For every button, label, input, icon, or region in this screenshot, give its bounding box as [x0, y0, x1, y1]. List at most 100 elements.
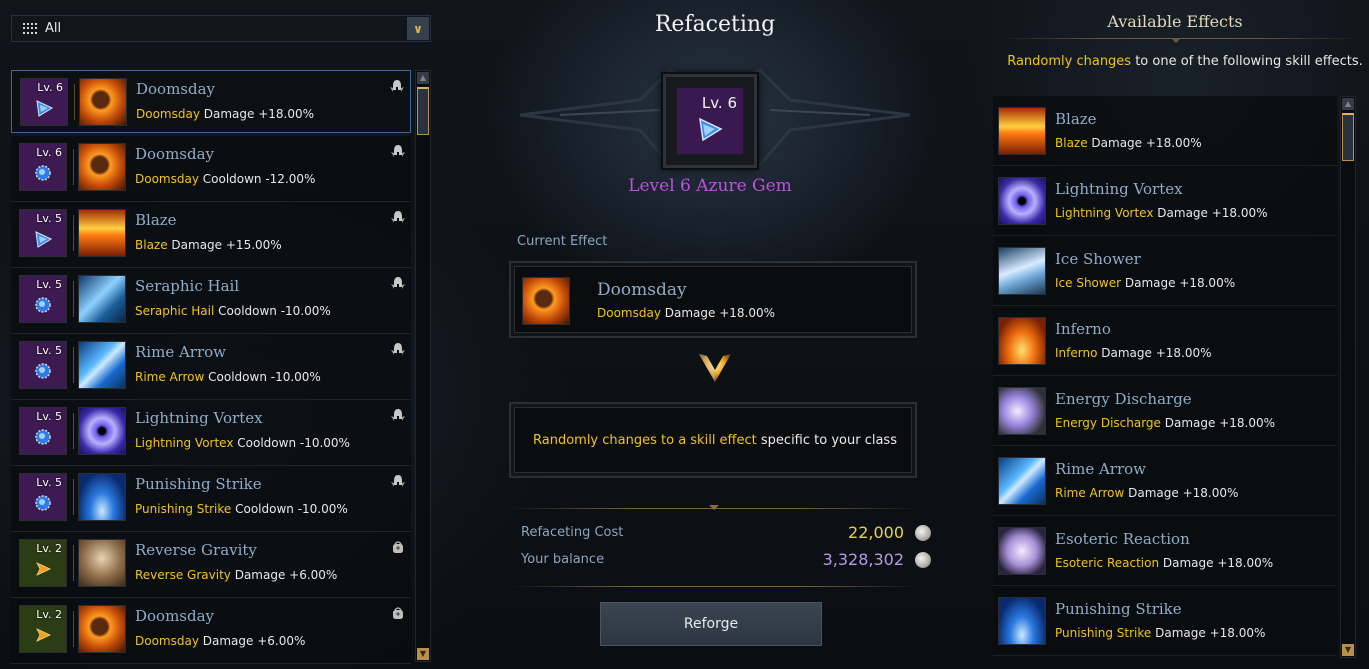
- gem-stone-icon: [35, 231, 52, 248]
- effect-list-item: Energy Discharge Energy Discharge Damage …: [993, 376, 1337, 446]
- gem-list-item[interactable]: Lv. 5 Lightning Vortex Lightning Vortex Co…: [11, 400, 411, 466]
- random-change-text: Randomly changes to a skill effect speci…: [533, 433, 897, 448]
- skill-effect: Blaze Damage +15.00%: [135, 238, 282, 252]
- skill-icon: [998, 247, 1046, 295]
- separator: [73, 215, 74, 251]
- silver-coin-icon: [915, 525, 931, 541]
- skill-icon: [998, 177, 1046, 225]
- gem-level: Lv. 6: [701, 94, 737, 112]
- gem-list-item[interactable]: Lv. 5 Rime Arrow Rime Arrow Cooldown -10.0…: [11, 334, 411, 400]
- effect-skill: Lightning Vortex: [135, 436, 234, 450]
- skill-name: Lightning Vortex: [135, 409, 263, 427]
- separator: [73, 545, 74, 581]
- bag-icon: [393, 607, 403, 619]
- gem-list: Lv. 6 Doomsday Doomsday Damage +18.00% Lv. …: [11, 70, 411, 664]
- gem-list-item[interactable]: Lv. 6 Doomsday Doomsday Cooldown -12.00%: [11, 136, 411, 202]
- skill-icon: [78, 539, 126, 587]
- skill-icon: [998, 527, 1046, 575]
- scroll-up-button[interactable]: ▲: [417, 72, 429, 84]
- down-arrow-icon: [699, 354, 731, 382]
- helmet-icon: [391, 409, 405, 421]
- gem-icon: Lv. 5: [19, 407, 67, 455]
- effect-value: Damage +18.00%: [1121, 276, 1236, 290]
- available-effects-title: Available Effects: [1107, 12, 1243, 31]
- effect-skill: Doomsday: [597, 306, 661, 320]
- helmet-icon: [391, 277, 405, 289]
- effect-value: Cooldown -10.00%: [214, 304, 331, 318]
- gem-list-scrollbar[interactable]: ▲ ▼: [415, 70, 431, 662]
- scroll-thumb[interactable]: [1342, 113, 1354, 161]
- reforge-button[interactable]: Reforge: [600, 602, 822, 646]
- effect-skill: Seraphic Hail: [135, 304, 215, 318]
- effect-skill: Punishing Strike: [135, 502, 232, 516]
- skill-effect: Rime Arrow Cooldown -10.00%: [135, 370, 321, 384]
- selected-gem-slot[interactable]: Lv. 6: [663, 74, 757, 168]
- effect-value: Damage +18.00%: [1160, 416, 1276, 430]
- effect-skill: Rime Arrow: [1055, 486, 1125, 500]
- gem-list-item[interactable]: Lv. 2 Reverse Gravity Reverse Gravity Dama…: [11, 532, 411, 598]
- chevron-down-icon[interactable]: ∨: [407, 17, 429, 40]
- effect-list-item: Blaze Blaze Damage +18.00%: [993, 96, 1337, 166]
- gem-icon: Lv. 2: [19, 539, 67, 587]
- skill-name: Ice Shower: [1055, 250, 1141, 268]
- effect-value: Damage +18.00%: [1153, 206, 1268, 220]
- effect-skill: Doomsday: [135, 634, 199, 648]
- skill-icon: [78, 605, 126, 653]
- effect-skill: Esoteric Reaction: [1055, 556, 1160, 570]
- skill-name: Lightning Vortex: [1055, 180, 1183, 198]
- gem-icon: Lv. 5: [19, 473, 67, 521]
- skill-icon: [998, 107, 1046, 155]
- filter-label: All: [45, 21, 62, 36]
- gem-list-item[interactable]: Lv. 6 Doomsday Doomsday Damage +18.00%: [11, 70, 411, 133]
- skill-name: Seraphic Hail: [135, 277, 240, 295]
- skill-name: Blaze: [135, 211, 177, 229]
- gem-level: Lv. 6: [37, 81, 63, 94]
- current-effect-label: Current Effect: [517, 234, 608, 249]
- page-title: Refaceting: [654, 12, 776, 37]
- gem-list-item[interactable]: Lv. 5 Punishing Strike Punishing Strike Co…: [11, 466, 411, 532]
- gem-list-item[interactable]: Lv. 5 Blaze Blaze Damage +15.00%: [11, 202, 411, 268]
- skill-name: Punishing Strike: [135, 475, 262, 493]
- skill-effect: Punishing Strike Cooldown -10.00%: [135, 502, 348, 516]
- scroll-thumb[interactable]: [417, 87, 429, 135]
- divider-notch: [1171, 38, 1181, 43]
- info-rest: to one of the following skill effects.: [1131, 54, 1363, 69]
- effect-skill: Inferno: [1055, 346, 1098, 360]
- balance-value: 3,328,302: [822, 550, 904, 569]
- skill-name: Rime Arrow: [1055, 460, 1147, 478]
- effect-value: Damage +6.00%: [198, 634, 306, 648]
- azure-gem-icon: [699, 117, 723, 142]
- scroll-down-button[interactable]: ▼: [1342, 644, 1354, 656]
- skill-effect: Ice Shower Damage +18.00%: [1055, 276, 1235, 290]
- skill-name: Doomsday: [135, 145, 215, 163]
- scroll-down-button[interactable]: ▼: [417, 648, 429, 660]
- gem-level: Lv. 2: [36, 542, 62, 555]
- effect-skill: Energy Discharge: [1055, 416, 1161, 430]
- cost-label: Refaceting Cost: [521, 525, 624, 540]
- effect-list: Blaze Blaze Damage +18.00% Lightning Vorte…: [993, 96, 1337, 656]
- effect-list-scrollbar[interactable]: ▲ ▼: [1340, 96, 1356, 658]
- divider-notch: [709, 505, 719, 510]
- effect-skill: Punishing Strike: [1055, 626, 1152, 640]
- gem-list-panel: All ∨ Lv. 6 Doomsday Doomsday Damage +18.0…: [0, 0, 440, 669]
- gem-list-item[interactable]: Lv. 5 Seraphic Hail Seraphic Hail Cooldown…: [11, 268, 411, 334]
- skill-effect: Doomsday Damage +6.00%: [135, 634, 305, 648]
- gem-slot-inner: Lv. 6: [676, 87, 744, 155]
- current-effect-desc: Doomsday Damage +18.00%: [597, 306, 775, 320]
- skill-effect: Doomsday Damage +18.00%: [136, 107, 314, 121]
- effect-value: Damage +18.00%: [660, 306, 776, 320]
- filter-dropdown[interactable]: All ∨: [11, 15, 431, 42]
- skill-effect: Reverse Gravity Damage +6.00%: [135, 568, 337, 582]
- skill-name: Doomsday: [136, 80, 216, 98]
- gem-level: Lv. 5: [36, 212, 62, 225]
- effect-list-item: Esoteric Reaction Esoteric Reaction Damag…: [993, 516, 1337, 586]
- separator: [73, 281, 74, 317]
- skill-name: Energy Discharge: [1055, 390, 1192, 408]
- skill-icon: [78, 143, 126, 191]
- scroll-up-button[interactable]: ▲: [1342, 98, 1354, 110]
- gem-list-item[interactable]: Lv. 2 Doomsday Doomsday Damage +6.00%: [11, 598, 411, 664]
- random-rest: specific to your class: [756, 432, 897, 448]
- effect-skill: Ice Shower: [1055, 276, 1122, 290]
- effect-value: Damage +18.00%: [1159, 556, 1274, 570]
- skill-icon: [78, 407, 126, 455]
